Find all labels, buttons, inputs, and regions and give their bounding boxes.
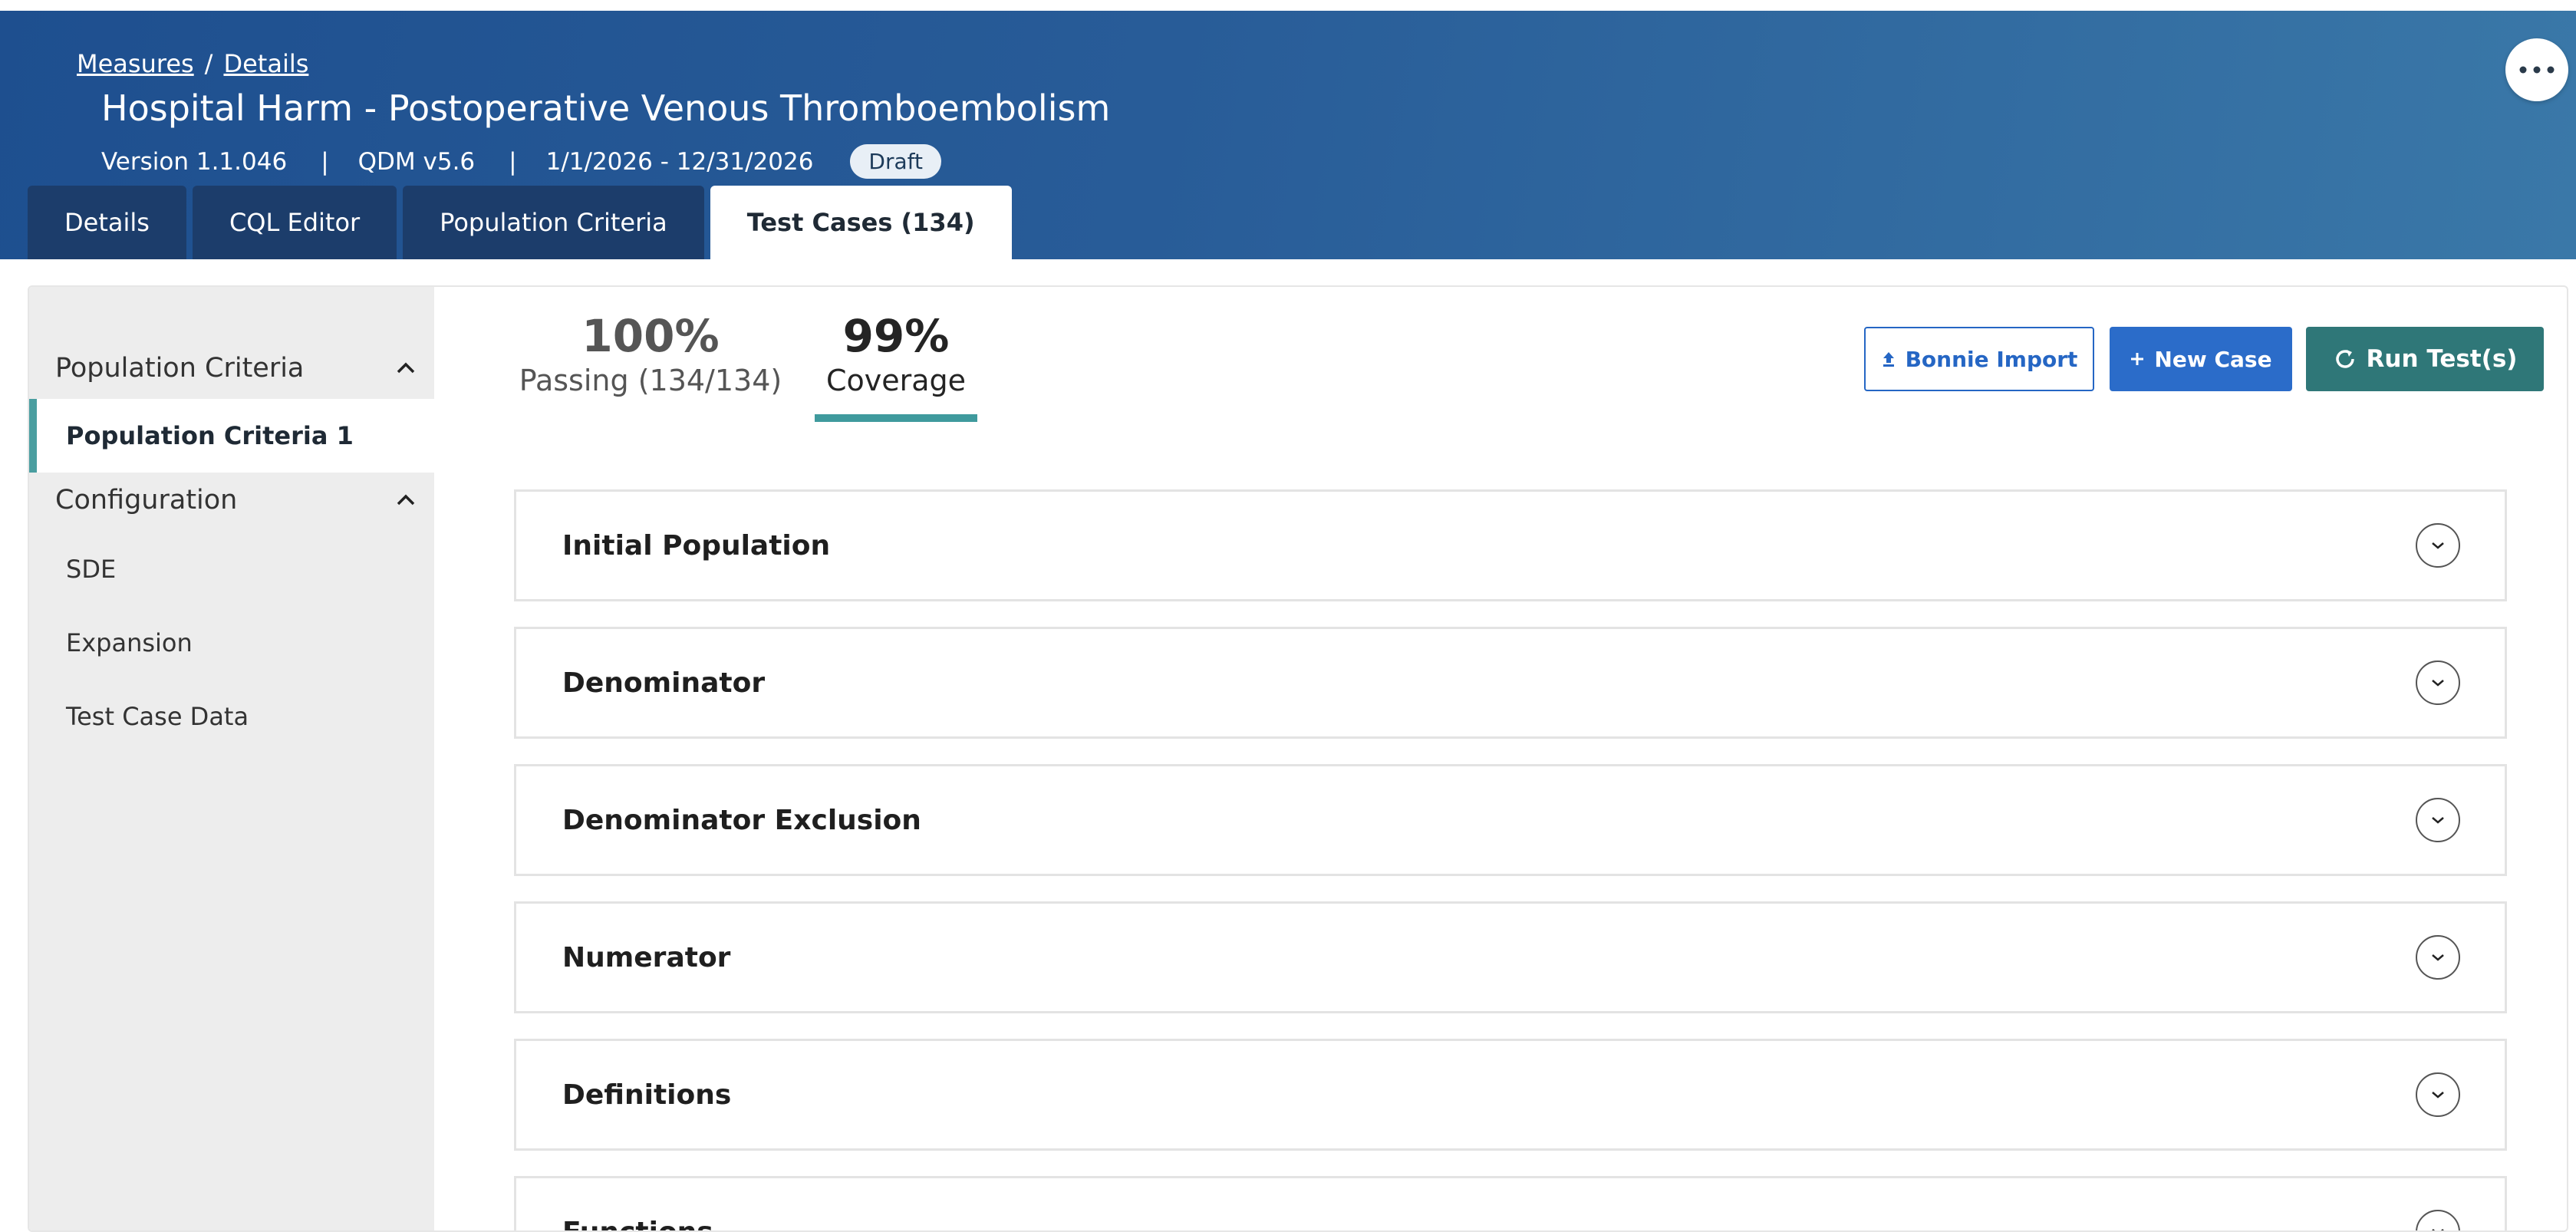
meta-separator: | [321,148,328,176]
chevron-down-icon[interactable] [2416,1210,2460,1232]
measure-period: 1/1/2026 - 12/31/2026 [546,148,814,176]
breadcrumb-details-link[interactable]: Details [223,49,308,78]
new-case-label: New Case [2154,347,2271,372]
sidebar: Population Criteria Population Criteria … [29,287,434,1230]
chevron-down-icon[interactable] [2416,798,2460,842]
accordion-title: Denominator Exclusion [562,805,921,836]
passing-label: Passing (134/134) [497,364,804,397]
measure-meta: Version 1.1.046 | QDM v5.6 | 1/1/2026 - … [101,144,941,179]
more-options-button[interactable] [2505,38,2568,101]
measure-model: QDM v5.6 [358,148,476,176]
more-horizontal-icon [2518,65,2555,74]
breadcrumb: Measures / Details [77,49,308,78]
measure-header: Measures / Details Hospital Harm - Postope… [0,11,2576,259]
chevron-up-icon [396,362,416,374]
accordion-title: Initial Population [562,530,830,562]
breadcrumb-measures-link[interactable]: Measures [77,49,194,78]
passing-percentage: 100% [497,310,804,362]
chevron-down-icon[interactable] [2416,935,2460,980]
status-badge: Draft [850,144,941,179]
chevron-down-icon[interactable] [2416,1072,2460,1117]
tab-test-cases[interactable]: Test Cases (134) [710,186,1012,259]
sidebar-item-sde[interactable]: SDE [29,532,434,606]
accordion-title: Numerator [562,942,730,973]
sidebar-section-population-criteria[interactable]: Population Criteria [55,353,416,384]
coverage-percentage: 99% [804,310,988,362]
sidebar-item-population-criteria-1[interactable]: Population Criteria 1 [29,399,434,473]
coverage-active-indicator [815,414,977,422]
tab-details[interactable]: Details [28,186,186,259]
accordion-initial-population[interactable]: Initial Population [514,489,2507,601]
run-tests-button[interactable]: Run Test(s) [2306,327,2544,391]
measure-tabs: Details CQL Editor Population Criteria T… [28,186,1018,259]
passing-stat: 100% Passing (134/134) [497,310,804,397]
accordion-title: Definitions [562,1079,731,1111]
sidebar-item-label: Expansion [66,628,193,657]
coverage-label: Coverage [804,364,988,397]
chevron-down-icon[interactable] [2416,660,2460,705]
sidebar-item-label: SDE [66,555,116,584]
sidebar-item-test-case-data[interactable]: Test Case Data [29,680,434,753]
accordion-functions[interactable]: Functions [514,1176,2507,1232]
sidebar-section-label: Configuration [55,485,237,516]
sidebar-section-configuration[interactable]: Configuration [55,485,416,516]
accordion-denominator-exclusion[interactable]: Denominator Exclusion [514,764,2507,876]
accordion-definitions[interactable]: Definitions [514,1039,2507,1151]
sidebar-item-expansion[interactable]: Expansion [29,606,434,680]
new-case-button[interactable]: New Case [2110,327,2292,391]
measure-version: Version 1.1.046 [101,148,287,176]
bonnie-import-label: Bonnie Import [1906,347,2078,372]
refresh-icon [2333,347,2357,371]
breadcrumb-separator: / [205,49,213,78]
accordion-title: Denominator [562,667,765,699]
accordion-denominator[interactable]: Denominator [514,627,2507,739]
chevron-up-icon [396,494,416,506]
sidebar-item-label: Population Criteria 1 [66,421,354,450]
tab-population-criteria[interactable]: Population Criteria [403,186,704,259]
meta-separator: | [509,148,516,176]
upload-icon [1881,351,1896,367]
coverage-stat[interactable]: 99% Coverage [804,310,988,397]
bonnie-import-button[interactable]: Bonnie Import [1864,327,2094,391]
chevron-down-icon[interactable] [2416,523,2460,568]
page-title: Hospital Harm - Postoperative Venous Thr… [101,87,1110,129]
accordion-numerator[interactable]: Numerator [514,901,2507,1013]
plus-icon [2130,351,2145,367]
run-tests-label: Run Test(s) [2367,345,2518,373]
sidebar-section-label: Population Criteria [55,353,304,384]
sidebar-item-label: Test Case Data [66,702,249,731]
tab-cql-editor[interactable]: CQL Editor [193,186,397,259]
test-cases-panel: Population Criteria Population Criteria … [28,285,2568,1232]
